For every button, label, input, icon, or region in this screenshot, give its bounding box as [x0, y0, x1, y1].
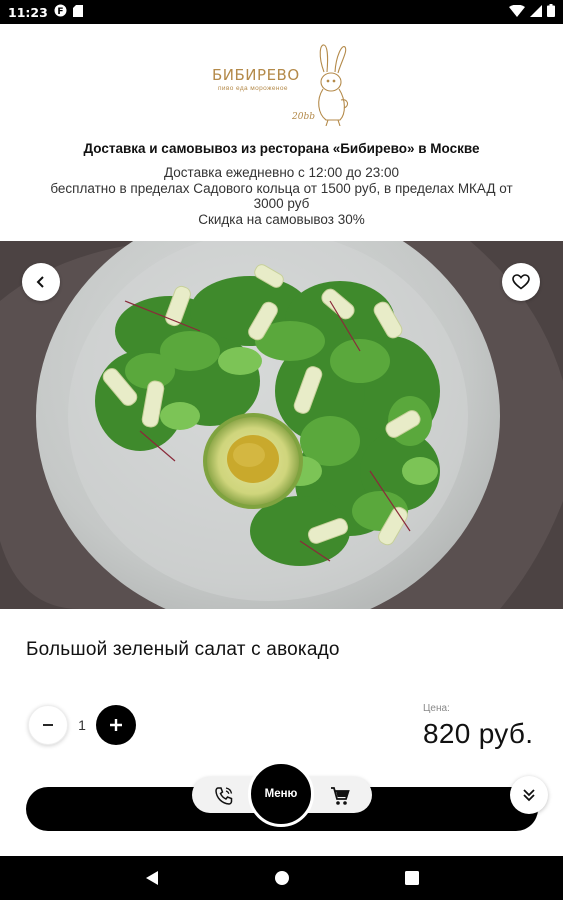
system-navigation-bar [0, 856, 563, 900]
salad-photo-illustration [0, 241, 563, 609]
chevron-left-icon [36, 276, 44, 288]
delivery-info-line: бесплатно в пределах Садового кольца от … [50, 180, 513, 196]
double-chevron-down-icon [523, 789, 535, 802]
heart-outline-icon [512, 274, 530, 290]
logo-tagline: пиво еда мороженое [218, 85, 288, 92]
delivery-info-line: Скидка на самовывоз 30% [198, 211, 365, 227]
delivery-info-line: Доставка ежедневно с 12:00 до 23:00 [163, 165, 399, 180]
sd-card-icon [72, 4, 83, 20]
call-button[interactable] [212, 784, 236, 808]
phone-icon [215, 787, 233, 805]
notification-f-icon: F [54, 4, 67, 20]
logo-name: БИБИРЕВО [212, 66, 300, 84]
menu-button-label: Меню [264, 788, 298, 800]
favorite-button[interactable] [502, 263, 540, 301]
product-title: Большой зеленый салат с авокадо [26, 639, 340, 660]
price-value: 820 руб. [423, 718, 534, 749]
svg-text:F: F [57, 7, 63, 17]
bunny-logo-icon [318, 44, 349, 126]
decrease-quantity-button[interactable] [28, 705, 68, 745]
status-bar: 11:23 F [0, 0, 563, 24]
minus-icon [43, 724, 53, 726]
cart-icon [331, 787, 350, 805]
cart-button[interactable] [328, 784, 352, 808]
back-button[interactable] [22, 263, 60, 301]
menu-button[interactable]: Меню [248, 761, 314, 827]
plus-icon [110, 719, 122, 731]
price-label: Цена: [423, 703, 450, 714]
circle-home-icon [274, 871, 289, 885]
restaurant-logo: БИБИРЕВО пиво еда мороженое 20bb [200, 40, 360, 130]
delivery-info: Доставка ежедневно с 12:00 до 23:00 бесп… [10, 165, 553, 227]
screen: 11:23 F БИБИРЕВО пиво еда мороженое 20bb… [0, 0, 563, 900]
status-time: 11:23 [8, 4, 48, 20]
increase-quantity-button[interactable] [96, 705, 136, 745]
scroll-down-button[interactable] [510, 776, 548, 814]
battery-icon [547, 4, 555, 20]
triangle-back-icon [145, 871, 158, 885]
delivery-title: Доставка и самовывоз из ресторана «Бибир… [83, 141, 480, 156]
quantity-value: 1 [78, 717, 86, 733]
nav-recents-button[interactable] [397, 863, 427, 893]
quantity-stepper: 1 [28, 705, 136, 745]
delivery-info-line: 3000 руб [253, 196, 310, 211]
wifi-icon [509, 4, 525, 20]
restaurant-header: БИБИРЕВО пиво еда мороженое 20bb Доставк… [0, 24, 563, 241]
cellular-icon [530, 4, 542, 20]
nav-home-button[interactable] [267, 863, 297, 893]
product-photo [0, 241, 563, 609]
square-recents-icon [404, 871, 419, 885]
nav-back-button[interactable] [137, 863, 167, 893]
